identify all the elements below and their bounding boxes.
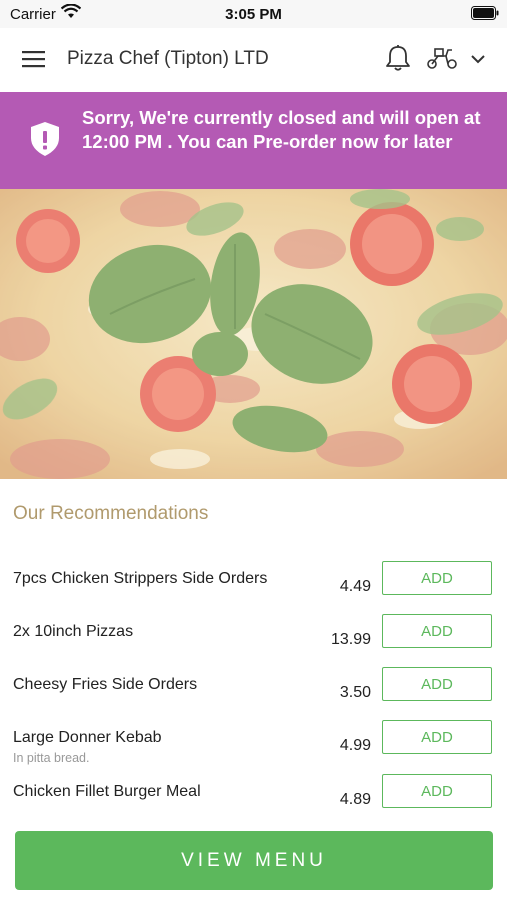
add-button[interactable]: ADD <box>382 774 492 808</box>
item-price: 4.89 <box>339 791 371 808</box>
menu-item-row: 2x 10inch Pizzas 13.99 ADD <box>0 614 507 673</box>
shield-alert-icon <box>30 121 60 162</box>
menu-icon[interactable] <box>22 50 46 73</box>
menu-item-row: 7pcs Chicken Strippers Side Orders 4.49 … <box>0 561 507 620</box>
menu-item-row: Cheesy Fries Side Orders 3.50 ADD <box>0 667 507 726</box>
status-bar: Carrier 3:05 PM <box>0 0 507 28</box>
item-description: In pitta bread. <box>13 751 90 765</box>
restaurant-name: Pizza Chef (Tipton) LTD <box>67 48 269 69</box>
status-time: 3:05 PM <box>225 6 282 23</box>
item-name: 2x 10inch Pizzas <box>13 623 134 640</box>
closed-banner: Sorry, We're currently closed and will o… <box>0 92 507 189</box>
add-button[interactable]: ADD <box>382 667 492 701</box>
add-button[interactable]: ADD <box>382 614 492 648</box>
item-name: Chicken Fillet Burger Meal <box>13 783 201 800</box>
app-header: Pizza Chef (Tipton) LTD <box>0 28 507 92</box>
closed-message: Sorry, We're currently closed and will o… <box>82 107 481 152</box>
battery-icon <box>471 6 499 25</box>
menu-item-row: Chicken Fillet Burger Meal 4.89 ADD <box>0 774 507 833</box>
view-menu-button[interactable]: VIEW MENU <box>15 831 493 890</box>
add-button[interactable]: ADD <box>382 720 492 754</box>
bell-icon[interactable] <box>385 44 411 77</box>
item-price: 4.99 <box>339 737 371 754</box>
pizza-hero-image <box>0 189 507 479</box>
item-name: Cheesy Fries Side Orders <box>13 676 198 693</box>
menu-item-row: Large Donner Kebab In pitta bread. 4.99 … <box>0 720 507 779</box>
item-price: 3.50 <box>339 684 371 701</box>
item-name: 7pcs Chicken Strippers Side Orders <box>13 570 268 587</box>
item-price: 4.49 <box>339 578 371 595</box>
item-price: 13.99 <box>330 631 371 648</box>
recommendations-title: Our Recommendations <box>13 503 209 524</box>
add-button[interactable]: ADD <box>382 561 492 595</box>
chevron-down-icon[interactable] <box>470 52 486 70</box>
scooter-icon[interactable] <box>426 46 458 75</box>
item-name: Large Donner Kebab <box>13 729 162 746</box>
